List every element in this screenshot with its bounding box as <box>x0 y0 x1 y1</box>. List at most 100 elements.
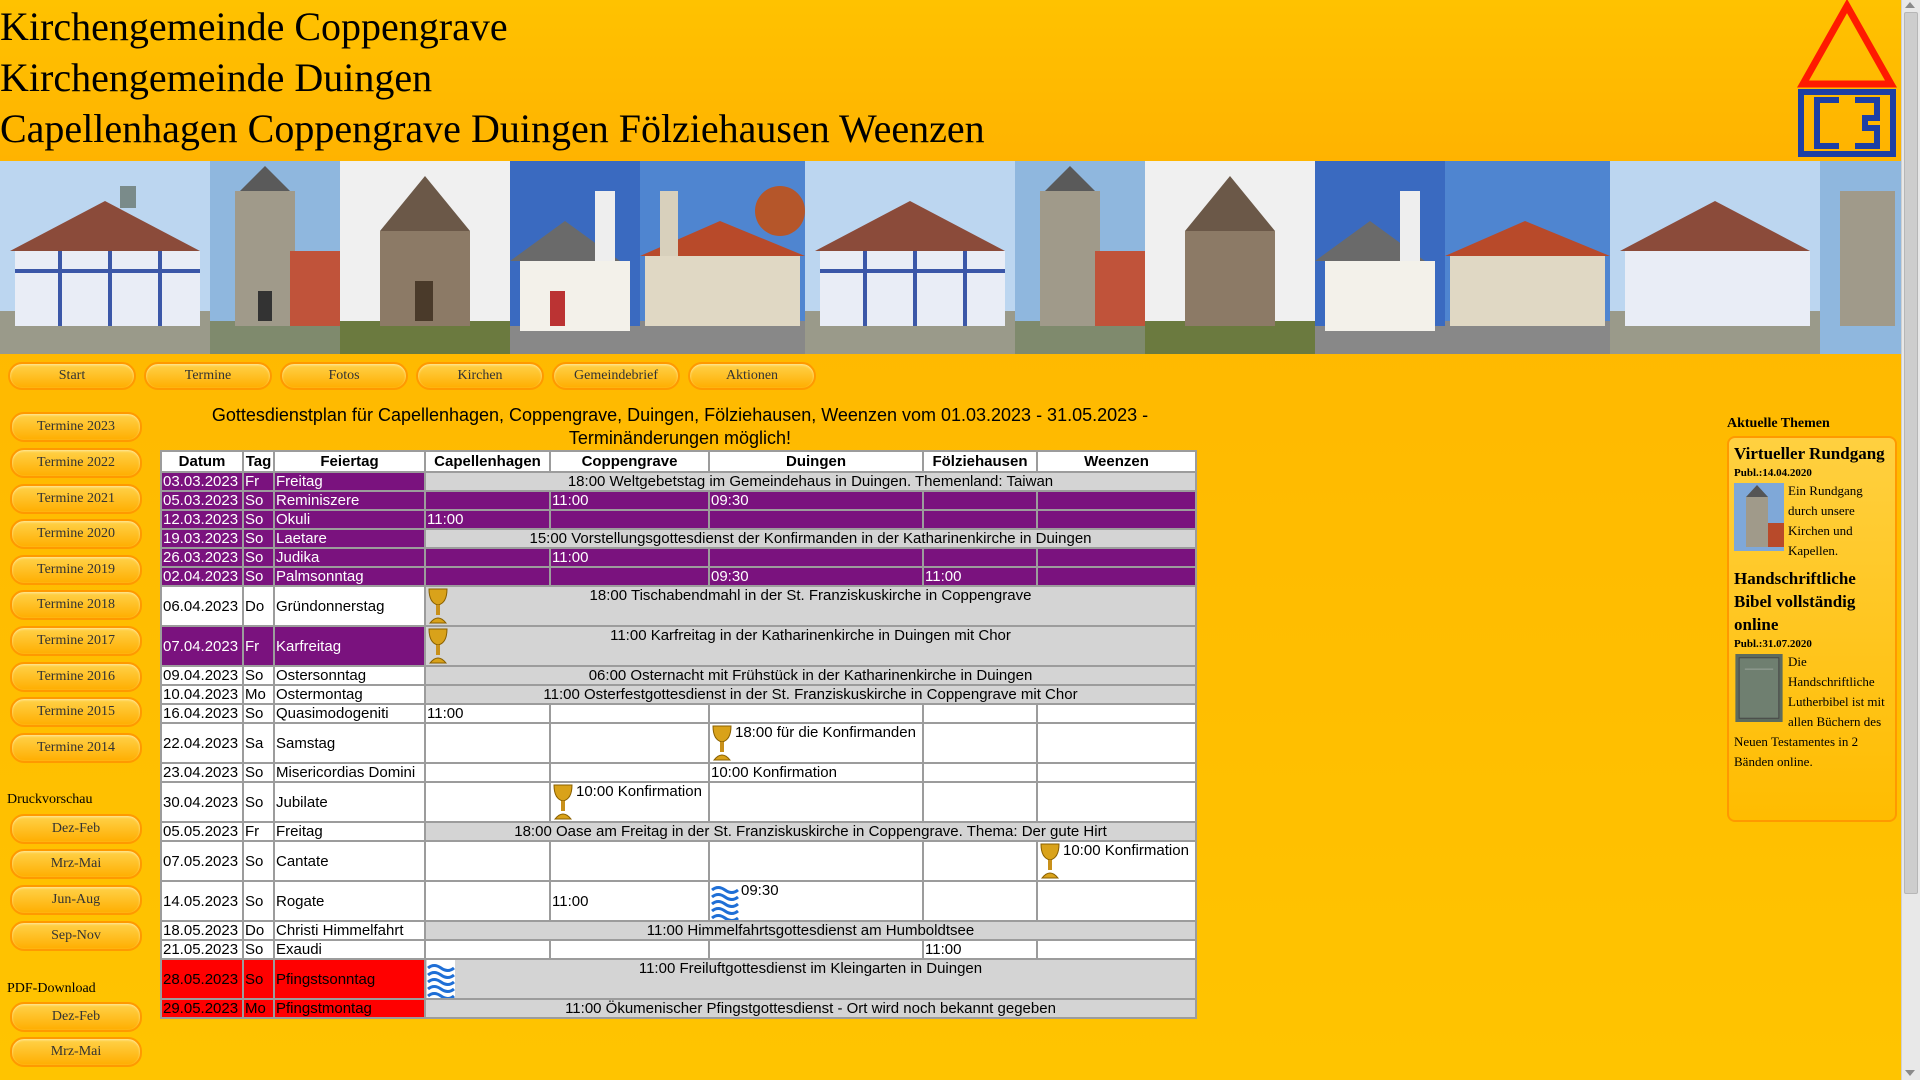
article-title-link[interactable]: Handschriftliche Bibel vollständig onlin… <box>1734 567 1890 636</box>
church-logo-icon[interactable] <box>1795 0 1899 160</box>
druck-jun-aug-button[interactable]: Jun-Aug <box>10 885 142 915</box>
red-roof-church-photo-2 <box>1445 161 1610 354</box>
sidebar-termine-2017[interactable]: Termine 2017 <box>10 626 142 656</box>
date-cell: 02.04.2023 <box>160 566 244 587</box>
nav-aktionen-button[interactable]: Aktionen <box>688 362 816 390</box>
nav-kirchen-button[interactable]: Kirchen <box>416 362 544 390</box>
day-cell: So <box>242 840 275 882</box>
pdf-mrz-mai-button[interactable]: Mrz-Mai <box>10 1037 142 1067</box>
table-row: 28.05.2023 So Pfingstsonntag 11:00 Freil… <box>160 958 1197 1000</box>
site-title-line-1: Kirchengemeinde Coppengrave <box>0 4 508 49</box>
event-text: 11:00 Karfreitag in der Katharinenkirche… <box>610 627 1011 644</box>
worship-schedule-table: Datum Tag Feiertag Capellenhagen Coppeng… <box>160 450 1197 1019</box>
scroll-down-arrow-icon[interactable] <box>1905 1070 1915 1076</box>
nav-start-button[interactable]: Start <box>8 362 136 390</box>
sidebar-termine-2018[interactable]: Termine 2018 <box>10 590 142 620</box>
capellenhagen-cell <box>424 722 551 764</box>
duingen-cell: 10:00 Konfirmation <box>708 762 924 783</box>
coppengrave-cell <box>549 722 710 764</box>
vertical-scrollbar[interactable] <box>1901 0 1920 1080</box>
capellenhagen-cell <box>424 547 551 568</box>
capellenhagen-cell: 11:00 <box>424 509 551 530</box>
capellenhagen-cell <box>424 840 551 882</box>
sidebar-termine-2022[interactable]: Termine 2022 <box>10 448 142 478</box>
date-cell: 07.05.2023 <box>160 840 244 882</box>
white-church-photo-2 <box>1315 161 1445 354</box>
church-tower-thumbnail[interactable] <box>1734 483 1784 551</box>
weenzen-cell <box>1036 762 1197 783</box>
day-cell: Mo <box>242 684 275 705</box>
feast-cell: Laetare <box>273 528 426 549</box>
weenzen-cell <box>1036 509 1197 530</box>
sidebar-termine-2015[interactable]: Termine 2015 <box>10 697 142 727</box>
druck-mrz-mai-button[interactable]: Mrz-Mai <box>10 849 142 879</box>
day-cell: Sa <box>242 722 275 764</box>
coppengrave-cell: 11:00 <box>549 490 710 511</box>
nav-gemeindebrief-button[interactable]: Gemeindebrief <box>552 362 680 390</box>
druck-dez-feb-button[interactable]: Dez-Feb <box>10 814 142 844</box>
scroll-up-arrow-icon[interactable] <box>1905 2 1915 8</box>
red-roof-church-photo <box>640 161 805 354</box>
event-cell: 15:00 Vorstellungsgottesdienst der Konfi… <box>424 528 1197 549</box>
sidebar-termine-2019[interactable]: Termine 2019 <box>10 555 142 585</box>
table-row: 16.04.2023 So Quasimodogeniti 11:00 <box>160 703 1197 724</box>
pdf-download-heading: PDF-Download <box>7 981 96 996</box>
nav-fotos-button[interactable]: Fotos <box>280 362 408 390</box>
day-cell: So <box>242 547 275 568</box>
duingen-cell <box>708 703 924 724</box>
schedule-title-line-1: Gottesdienstplan für Capellenhagen, Copp… <box>211 405 1149 425</box>
bible-thumbnail[interactable] <box>1734 654 1784 722</box>
nav-termine-button[interactable]: Termine <box>144 362 272 390</box>
coppengrave-cell <box>549 762 710 783</box>
church-tower-photo-3 <box>1820 161 1902 354</box>
foelziehausen-cell <box>922 880 1038 922</box>
duingen-cell <box>708 840 924 882</box>
feast-cell: Palmsonntag <box>273 566 426 587</box>
date-cell: 07.04.2023 <box>160 625 244 667</box>
column-header-weenzen: Weenzen <box>1036 450 1197 473</box>
date-cell: 29.05.2023 <box>160 998 244 1019</box>
coppengrave-cell: 11:00 <box>549 880 710 922</box>
sidebar-termine-2020[interactable]: Termine 2020 <box>10 519 142 549</box>
pdf-dez-feb-button[interactable]: Dez-Feb <box>10 1002 142 1032</box>
duingen-cell: 09:30 <box>708 566 924 587</box>
feast-cell: Christi Himmelfahrt <box>273 920 426 941</box>
article-title-link[interactable]: Virtueller Rundgang <box>1734 442 1890 465</box>
day-cell: So <box>242 958 275 1000</box>
capellenhagen-cell <box>424 762 551 783</box>
chapel-capellenhagen-photo-3 <box>1610 161 1820 354</box>
date-cell: 09.04.2023 <box>160 665 244 686</box>
capellenhagen-cell <box>424 781 551 823</box>
sidebar-termine-2016[interactable]: Termine 2016 <box>10 662 142 692</box>
date-cell: 23.04.2023 <box>160 762 244 783</box>
day-cell: So <box>242 509 275 530</box>
column-header-duingen: Duingen <box>708 450 924 473</box>
druck-sep-nov-button[interactable]: Sep-Nov <box>10 921 142 951</box>
feast-cell: Cantate <box>273 840 426 882</box>
day-cell: Fr <box>242 625 275 667</box>
table-row: 29.05.2023 Mo Pfingstmontag 11:00 Ökumen… <box>160 998 1197 1019</box>
feast-cell: Quasimodogeniti <box>273 703 426 724</box>
white-church-photo <box>510 161 640 354</box>
sidebar-termine-2023[interactable]: Termine 2023 <box>10 412 142 442</box>
capellenhagen-cell <box>424 939 551 960</box>
sidebar-termine-2021[interactable]: Termine 2021 <box>10 484 142 514</box>
feast-cell: Okuli <box>273 509 426 530</box>
stone-church-photo-2 <box>1145 161 1315 354</box>
table-row: 06.04.2023 Do Gründonnerstag 18:00 Tisch… <box>160 585 1197 627</box>
date-cell: 10.04.2023 <box>160 684 244 705</box>
coppengrave-cell <box>549 840 710 882</box>
stone-church-photo <box>340 161 510 354</box>
duingen-cell <box>708 547 924 568</box>
current-topics-panel: Aktuelle Themen Virtueller Rundgang Publ… <box>1727 408 1902 822</box>
date-cell: 26.03.2023 <box>160 547 244 568</box>
feast-cell: Jubilate <box>273 781 426 823</box>
day-cell: So <box>242 781 275 823</box>
scrollbar-thumb[interactable] <box>1904 12 1918 894</box>
table-row: 21.05.2023 So Exaudi 11:00 <box>160 939 1197 960</box>
event-cell: 11:00 Karfreitag in der Katharinenkirche… <box>424 625 1197 667</box>
day-cell: So <box>242 939 275 960</box>
sidebar-termine-2014[interactable]: Termine 2014 <box>10 733 142 763</box>
table-row: 09.04.2023 So Ostersonntag 06:00 Osterna… <box>160 665 1197 686</box>
weenzen-cell <box>1036 939 1197 960</box>
